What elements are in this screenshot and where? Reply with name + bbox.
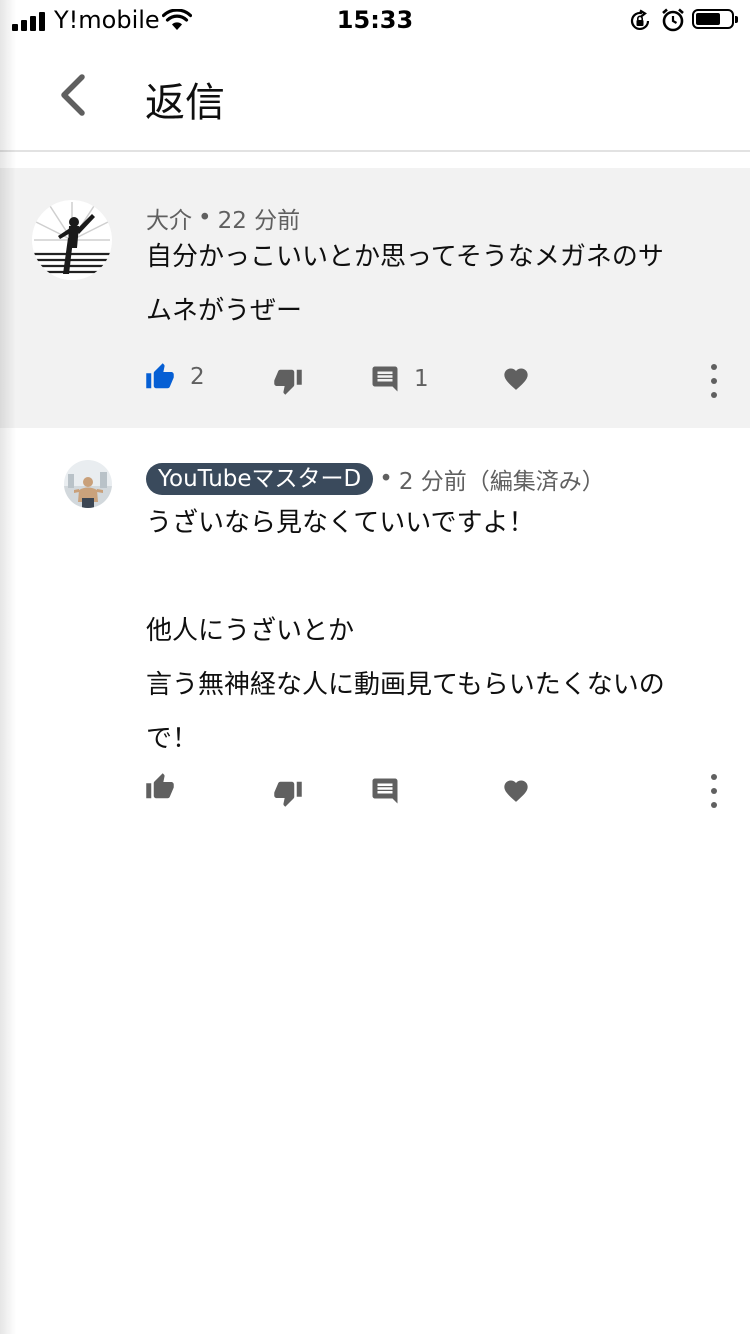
comment-author-badge[interactable]: YouTubeマスターD — [146, 463, 374, 495]
status-bar: Y!mobile 15:33 — [0, 0, 750, 40]
more-options-button[interactable] — [704, 364, 724, 398]
like-button[interactable]: 2 — [144, 362, 205, 392]
rotation-lock-icon — [630, 9, 650, 31]
comment-time: 2 分前（編集済み） — [398, 469, 605, 495]
like-count: 2 — [190, 364, 205, 390]
thumbs-up-icon — [146, 773, 174, 799]
reply-comment: YouTubeマスターD • 2 分前（編集済み） うざいなら見なくていいですよ… — [0, 428, 750, 828]
comment-text: うざいなら見なくていいですよ！ 他人にうざいとか 言う無神経な人に動画見てもらい… — [146, 496, 726, 766]
alarm-icon — [662, 8, 684, 32]
like-button[interactable] — [144, 772, 176, 802]
more-options-button[interactable] — [704, 774, 724, 808]
comment-line: 言う無神経な人に動画見てもらいたくないの — [146, 670, 665, 700]
reply-button[interactable]: 1 — [370, 364, 429, 394]
comment-line: 自分かっこいいとか思ってそうなメガネのサ — [146, 242, 664, 272]
thumbs-up-icon — [146, 363, 174, 389]
comment-icon — [372, 366, 398, 392]
meta-separator: • — [198, 205, 212, 231]
reply-button[interactable] — [370, 776, 400, 806]
chevron-left-icon — [61, 74, 85, 116]
heart-button[interactable] — [501, 777, 531, 805]
comment-line: うざいなら見なくていいですよ！ — [146, 508, 535, 538]
page-title: 返信 — [145, 80, 225, 126]
avatar[interactable] — [32, 200, 112, 280]
back-button[interactable] — [44, 66, 102, 124]
avatar[interactable] — [64, 460, 112, 508]
dislike-button[interactable] — [272, 778, 304, 808]
comment-icon — [372, 778, 398, 804]
comment-line: ムネがうぜー — [146, 296, 303, 326]
dislike-button[interactable] — [272, 366, 304, 396]
comment-line: 他人にうざいとか — [146, 616, 355, 646]
heart-icon — [504, 780, 528, 802]
comment-line: で！ — [146, 724, 199, 754]
header-divider — [0, 150, 750, 152]
app-header: 返信 — [0, 40, 750, 150]
avatar-image — [64, 460, 112, 508]
thumbs-down-icon — [274, 781, 302, 807]
battery-icon — [692, 9, 738, 29]
thumbs-down-icon — [274, 369, 302, 395]
parent-comment: 大介 • 22 分前 自分かっこいいとか思ってそうなメガネのサ ムネがうぜー 2… — [0, 168, 750, 428]
comment-line-blank — [146, 550, 726, 604]
heart-button[interactable] — [501, 365, 531, 393]
avatar-image — [32, 200, 112, 280]
meta-separator: • — [379, 466, 393, 492]
reply-count: 1 — [414, 366, 429, 392]
comment-meta: YouTubeマスターD • 2 分前（編集済み） — [146, 462, 605, 496]
comment-text: 自分かっこいいとか思ってそうなメガネのサ ムネがうぜー — [146, 230, 726, 338]
heart-icon — [504, 368, 528, 390]
